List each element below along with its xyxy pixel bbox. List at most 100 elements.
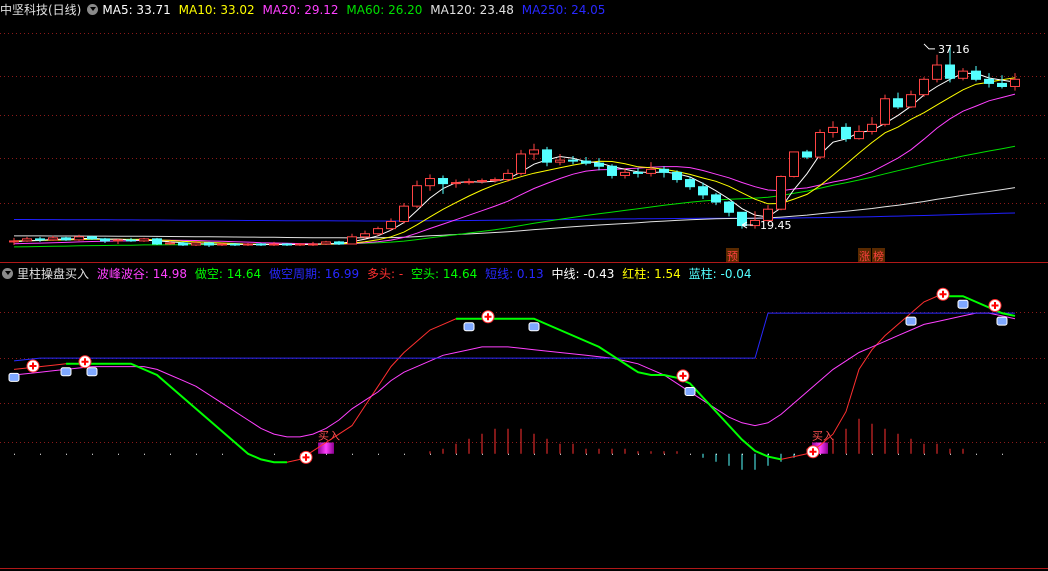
candle-body-20 xyxy=(269,243,279,246)
bang-tag: 榜 xyxy=(873,249,884,263)
candle-body-74 xyxy=(971,70,981,80)
candle-body-36 xyxy=(477,180,487,183)
cup-icon-8 xyxy=(996,316,1008,326)
baseline-dot-6 xyxy=(92,453,93,455)
candle-body-3 xyxy=(48,237,58,241)
ma120-value: MA120: 23.48 xyxy=(430,3,514,17)
low-price-label: 19.45 xyxy=(760,219,792,232)
candle-body-44 xyxy=(581,160,591,164)
candle-body-73 xyxy=(958,70,968,79)
candle-body-19 xyxy=(256,243,266,246)
candle-body-32 xyxy=(425,178,435,187)
indicator-dropdown-icon[interactable] xyxy=(2,268,13,279)
candle-body-25 xyxy=(334,241,344,245)
baseline-dot-64 xyxy=(846,453,847,455)
indicator-title[interactable]: 里柱操盘买入 xyxy=(17,267,89,281)
candle-body-16 xyxy=(217,243,227,246)
baseline-dot-44 xyxy=(586,453,587,455)
kline-chart-window: 37.16 19.45 预涨榜买入 买入 中坚科技(日线) MA5: 33.71 MA1… xyxy=(0,0,1048,571)
candle-body-67 xyxy=(880,98,890,125)
candle-body-31 xyxy=(412,185,422,207)
candle-body-17 xyxy=(230,243,240,246)
candle-body-64 xyxy=(841,126,851,140)
baseline-dot-46 xyxy=(612,453,613,455)
baseline-dot-16 xyxy=(222,453,223,455)
candle-body-52 xyxy=(685,179,695,188)
cup-icon-2 xyxy=(86,367,98,377)
baseline-dot-26 xyxy=(352,453,353,455)
baseline-dot-34 xyxy=(456,453,457,455)
high-marker xyxy=(923,43,935,50)
candle-body-37 xyxy=(490,179,500,182)
candle-body-27 xyxy=(360,233,370,238)
candle-body-60 xyxy=(789,151,799,177)
cup-icon-0 xyxy=(8,372,20,382)
baseline-dot-50 xyxy=(664,453,665,455)
candle-body-41 xyxy=(542,149,552,163)
candle-body-23 xyxy=(308,243,318,246)
baseline-dot-72 xyxy=(950,453,951,455)
candle-body-42 xyxy=(555,159,565,163)
baseline-dot-58 xyxy=(768,453,769,455)
baseline-dot-32 xyxy=(430,453,431,455)
chart-canvas[interactable]: 37.1619.45预涨榜买入 买入 xyxy=(0,0,1048,571)
indicator-value-3: 做空周期: 16.99 xyxy=(268,267,360,281)
candle-body-15 xyxy=(204,242,214,246)
candle-body-5 xyxy=(74,236,84,241)
candle-body-61 xyxy=(802,151,812,158)
ma10-value: MA10: 33.02 xyxy=(178,3,255,17)
candle-body-35 xyxy=(464,181,474,184)
candle-body-8 xyxy=(113,239,123,242)
baseline-dot-4 xyxy=(66,453,67,455)
settings-dropdown-icon[interactable] xyxy=(87,4,99,15)
candle-body-33 xyxy=(438,178,448,185)
candle-body-55 xyxy=(724,201,734,213)
baseline-dot-60 xyxy=(794,453,795,455)
candle-body-46 xyxy=(607,165,617,176)
cup-icon-4 xyxy=(528,322,540,332)
baseline-dot-56 xyxy=(742,453,743,455)
candle-body-2 xyxy=(35,238,45,241)
ma5-value: MA5: 33.71 xyxy=(102,3,171,17)
baseline-dot-28 xyxy=(378,453,379,455)
candle-body-47 xyxy=(620,171,630,176)
baseline-dot-42 xyxy=(560,453,561,455)
zhang-tag: 涨 xyxy=(859,250,870,263)
buy-bar-0 xyxy=(318,442,334,454)
candle-body-9 xyxy=(126,239,136,242)
candle-body-68 xyxy=(893,98,903,108)
candle-body-49 xyxy=(646,168,656,174)
baseline-dot-14 xyxy=(196,453,197,455)
candle-body-66 xyxy=(867,123,877,132)
candle-body-76 xyxy=(997,82,1007,87)
candle-body-11 xyxy=(152,238,162,245)
cup-icon-7 xyxy=(957,299,969,309)
green-segment-0 xyxy=(66,362,287,464)
baseline-dot-40 xyxy=(534,453,535,455)
ma20-value: MA20: 29.12 xyxy=(262,3,339,17)
cup-icon-1 xyxy=(60,367,72,377)
indicator-value-9: 蓝柱: -0.04 xyxy=(688,267,752,281)
baseline-dot-74 xyxy=(976,453,977,455)
candle-body-18 xyxy=(243,243,253,246)
indicator-value-4: 多头: - xyxy=(366,267,404,281)
candle-body-0 xyxy=(9,240,19,243)
candle-body-7 xyxy=(100,238,110,242)
series-做空 xyxy=(13,312,1016,438)
candle-body-48 xyxy=(633,171,643,174)
candle-body-50 xyxy=(659,168,669,173)
baseline-dot-30 xyxy=(404,453,405,455)
candle-body-12 xyxy=(165,242,175,245)
stock-title[interactable]: 中坚科技(日线) xyxy=(0,3,81,17)
ma250-value: MA250: 24.05 xyxy=(521,3,606,17)
series-波峰波谷 xyxy=(13,295,1016,463)
candle-body-70 xyxy=(919,78,929,96)
candle-body-71 xyxy=(932,64,942,80)
indicator-value-7: 中线: -0.43 xyxy=(551,267,615,281)
baseline-dot-10 xyxy=(144,453,145,455)
series-做空周期 xyxy=(13,312,1015,362)
candle-body-63 xyxy=(828,126,838,133)
indicator-value-2: 做空: 14.64 xyxy=(194,267,262,281)
baseline-dot-48 xyxy=(638,453,639,455)
green-segment-1 xyxy=(456,317,782,461)
